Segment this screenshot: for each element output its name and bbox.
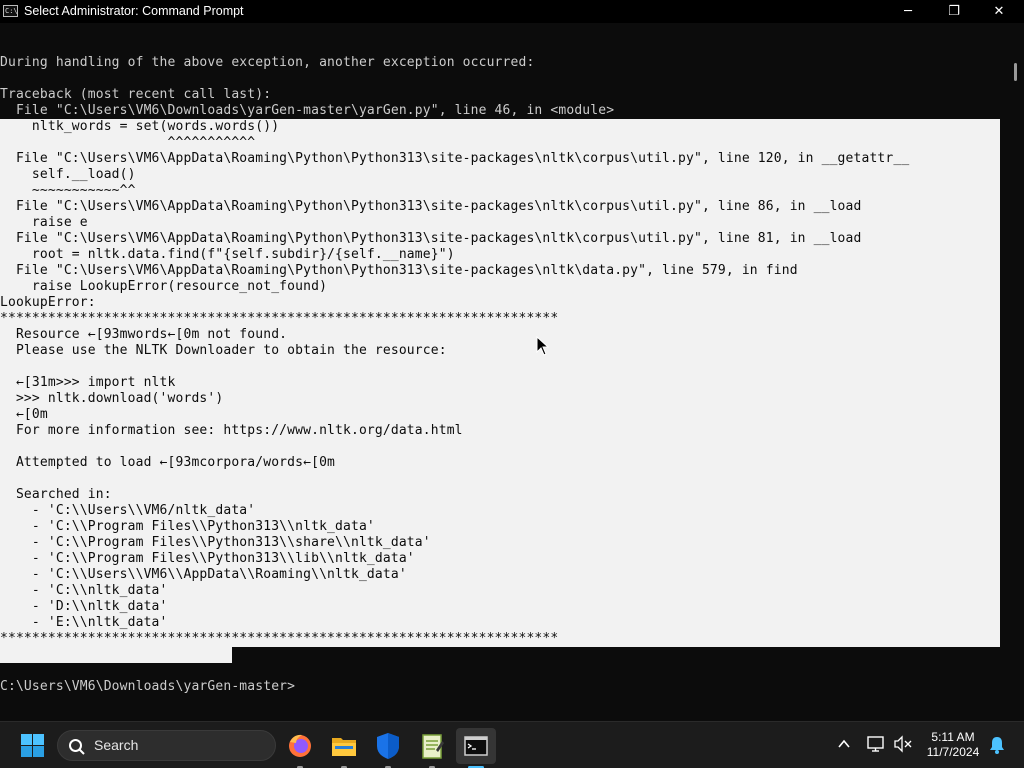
command-prompt-taskbar-button[interactable] (456, 728, 496, 768)
console-line: LookupError: (0, 295, 96, 310)
console-line: ****************************************… (0, 631, 559, 646)
taskbar-clock[interactable]: 5:11 AM 11/7/2024 (918, 730, 988, 760)
close-button[interactable]: ✕ (976, 0, 1022, 23)
console-line: File "C:\Users\VM6\AppData\Roaming\Pytho… (0, 231, 862, 246)
console-line: File "C:\Users\VM6\AppData\Roaming\Pytho… (0, 151, 910, 166)
search-icon (69, 739, 85, 755)
console-line: >>> nltk.download('words') (0, 391, 224, 406)
search-label: Search (94, 737, 139, 753)
console-line: ****************************************… (0, 311, 559, 326)
windows-logo-icon (21, 734, 44, 757)
chevron-up-icon[interactable] (836, 736, 852, 752)
console-line: For more information see: https://www.nl… (0, 423, 463, 438)
console-line: Resource ←[93mwords←[0m not found. (0, 327, 288, 342)
clock-date: 11/7/2024 (926, 745, 980, 759)
window-title: Select Administrator: Command Prompt (24, 4, 244, 18)
console-line: - 'C:\\nltk_data' (0, 583, 168, 598)
title-bar[interactable]: C:\ Select Administrator: Command Prompt… (0, 0, 1024, 23)
console-line: File "C:\Users\VM6\AppData\Roaming\Pytho… (0, 199, 862, 214)
console-output[interactable]: During handling of the above exception, … (0, 23, 1004, 721)
terminal-icon (464, 736, 488, 756)
command-prompt-icon[interactable]: C:\ (3, 5, 18, 17)
console-line: ^^^^^^^^^^^ (0, 135, 256, 150)
maximize-button[interactable]: ❐ (931, 0, 977, 23)
console-line: ←[31m>>> import nltk (0, 375, 176, 390)
console-line: - 'C:\\Users\\VM6/nltk_data' (0, 503, 256, 518)
console-line: - 'D:\\nltk_data' (0, 599, 168, 614)
taskbar-search-box[interactable]: Search (57, 730, 276, 761)
console-line: - 'C:\\Program Files\\Python313\\lib\\nl… (0, 551, 415, 566)
notepad-icon (422, 734, 444, 759)
console-line: Traceback (most recent call last): (0, 87, 272, 102)
firefox-icon (289, 734, 311, 757)
volume-muted-icon[interactable] (893, 735, 913, 753)
start-button[interactable] (14, 729, 50, 763)
console-line: root = nltk.data.find(f"{self.subdir}/{s… (0, 247, 455, 262)
console-line: C:\Users\VM6\Downloads\yarGen-master> (0, 679, 296, 694)
console-line: nltk_words = set(words.words()) (0, 119, 280, 134)
vertical-scrollbar[interactable] (1004, 23, 1024, 721)
notepad-taskbar-button[interactable] (414, 729, 450, 768)
console-line: - 'C:\\Program Files\\Python313\\share\\… (0, 535, 431, 550)
mouse-pointer-icon (536, 336, 550, 356)
file-explorer-taskbar-button[interactable] (326, 729, 362, 768)
text-selection-highlight-tail (0, 647, 232, 663)
console-line: raise LookupError(resource_not_found) (0, 279, 328, 294)
console-line: File "C:\Users\VM6\Downloads\yarGen-mast… (0, 103, 615, 118)
console-line: ←[0m (0, 407, 48, 422)
console-line: raise e (0, 215, 88, 230)
console-line: During handling of the above exception, … (0, 55, 535, 70)
console-line: self.__load() (0, 167, 136, 182)
console-line: Please use the NLTK Downloader to obtain… (0, 343, 447, 358)
windows-security-taskbar-button[interactable] (370, 729, 406, 768)
console-line: ~~~~~~~~~~~^^ (0, 183, 136, 198)
taskbar: Search 5:11 AM 11/7/2024 (0, 721, 1024, 768)
console-line: Attempted to load ←[93mcorpora/words←[0m (0, 455, 336, 470)
console-line: - 'E:\\nltk_data' (0, 615, 168, 630)
network-icon[interactable] (866, 735, 886, 753)
minimize-button[interactable]: ─ (885, 0, 931, 23)
clock-time: 5:11 AM (931, 730, 975, 744)
console-line: - 'C:\\Program Files\\Python313\\nltk_da… (0, 519, 375, 534)
notification-bell-icon[interactable] (988, 735, 1006, 755)
firefox-taskbar-button[interactable] (282, 729, 318, 768)
shield-icon (377, 733, 399, 759)
console-line: - 'C:\\Users\\VM6\\AppData\\Roaming\\nlt… (0, 567, 407, 582)
folder-icon (332, 738, 356, 756)
console-line: File "C:\Users\VM6\AppData\Roaming\Pytho… (0, 263, 798, 278)
console-line: Searched in: (0, 487, 112, 502)
scrollbar-thumb[interactable] (1014, 63, 1017, 81)
